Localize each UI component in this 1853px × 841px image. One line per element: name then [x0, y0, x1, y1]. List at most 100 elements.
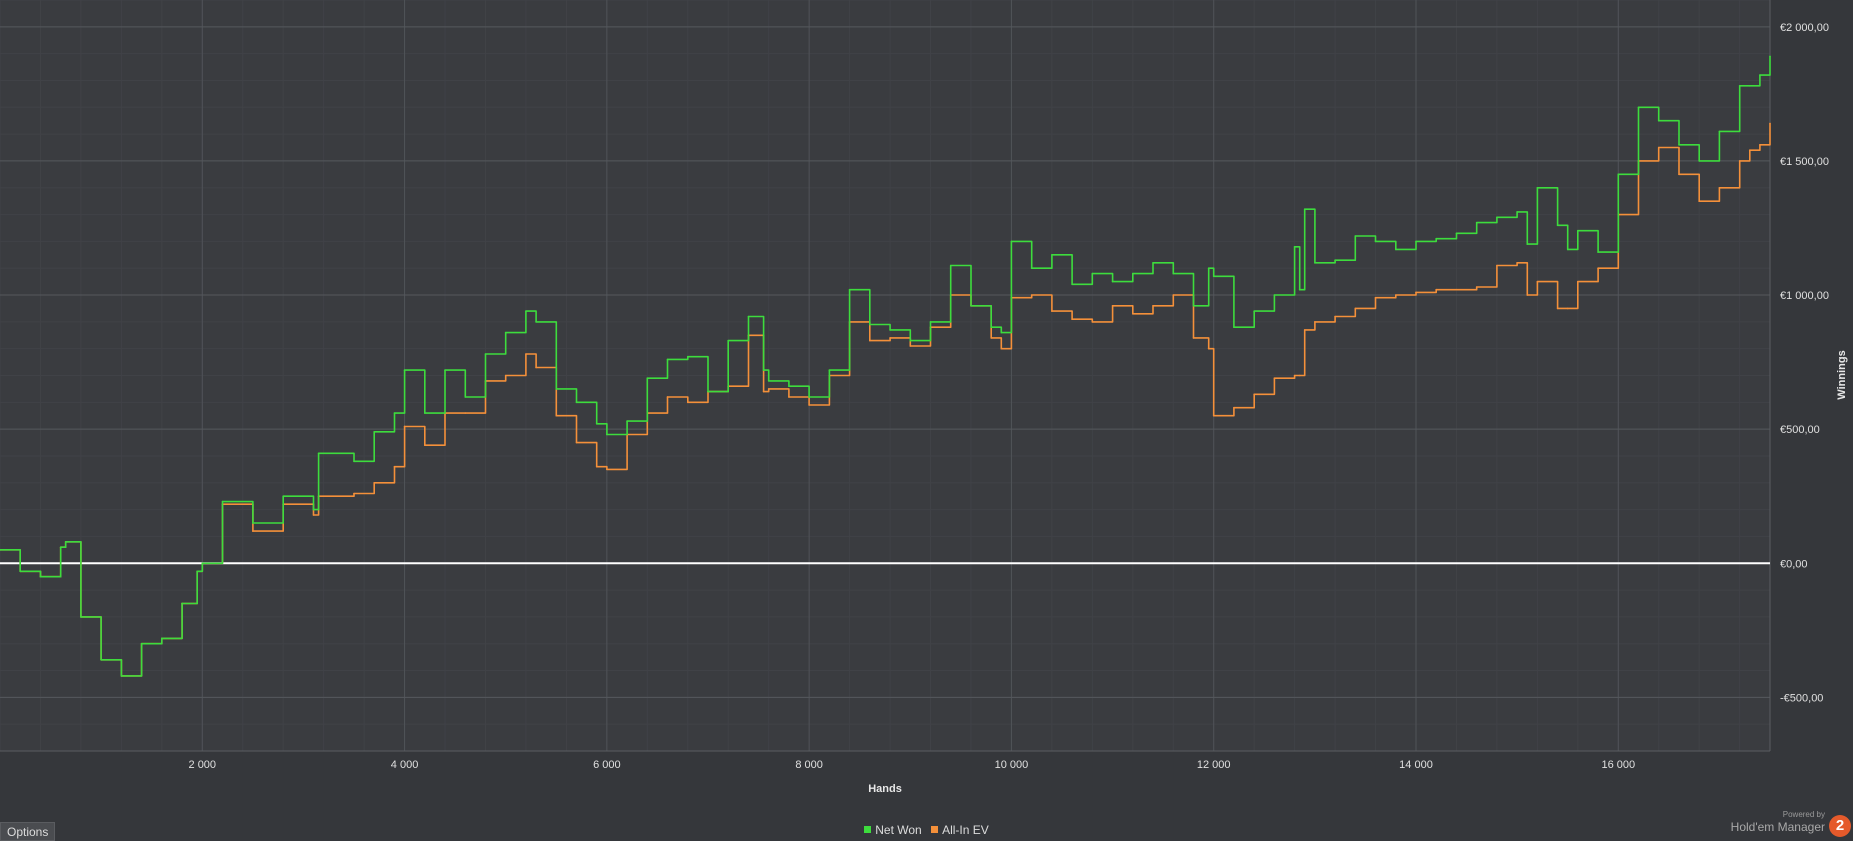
- data-point: [1556, 307, 1559, 310]
- data-point: [1000, 347, 1003, 350]
- data-point: [525, 310, 527, 312]
- data-point: [252, 522, 254, 524]
- data-point: [1769, 122, 1771, 125]
- data-point: [1000, 331, 1003, 334]
- y-tick-label: €1 000,00: [1780, 290, 1829, 302]
- data-point: [464, 396, 467, 398]
- data-point: [535, 366, 537, 369]
- data-point: [1132, 313, 1134, 315]
- data-point: [1233, 406, 1235, 409]
- data-point: [1207, 347, 1210, 350]
- data-point: [140, 642, 143, 645]
- data-point: [312, 508, 315, 511]
- data-point: [424, 412, 426, 414]
- data-point: [100, 659, 102, 661]
- data-point: [1698, 200, 1700, 202]
- data-point: [1314, 262, 1316, 264]
- data-point: [1698, 160, 1700, 162]
- data-point: [393, 412, 396, 414]
- data-point: [595, 422, 598, 425]
- data-point: [39, 575, 42, 578]
- data-point: [1273, 377, 1276, 379]
- data-point: [1435, 237, 1438, 240]
- data-point: [626, 420, 628, 422]
- x-tick-label: 4 000: [391, 759, 419, 771]
- legend-item-net-won[interactable]: Net Won: [864, 823, 922, 837]
- data-point: [1455, 288, 1458, 291]
- chart-app: €2 000,00 €1 500,00 €1 000,00 €500,00 €0,00 -…: [0, 0, 1853, 841]
- data-point: [762, 390, 765, 393]
- data-point: [575, 441, 578, 444]
- data-point: [1303, 329, 1306, 331]
- data-point: [929, 321, 932, 323]
- data-point: [393, 465, 396, 468]
- data-point: [1172, 272, 1175, 275]
- data-point: [666, 396, 669, 398]
- x-axis-label: Hands: [868, 783, 902, 795]
- data-point: [869, 339, 871, 342]
- data-point: [504, 331, 507, 334]
- data-point: [525, 353, 527, 355]
- data-point: [1374, 240, 1377, 243]
- data-point: [504, 374, 507, 377]
- data-point: [424, 444, 426, 447]
- data-point: [196, 570, 199, 573]
- data-point: [1435, 288, 1438, 291]
- data-point: [19, 570, 22, 573]
- y-tick-label: €1 500,00: [1780, 156, 1829, 168]
- data-point: [535, 321, 537, 323]
- data-point: [828, 369, 831, 371]
- data-point: [1577, 280, 1579, 283]
- hem-logo-icon: 2: [1829, 815, 1851, 837]
- data-point: [1212, 275, 1215, 278]
- data-point: [686, 355, 689, 358]
- data-point: [373, 431, 376, 433]
- data-point: [555, 388, 558, 390]
- x-tick-label: 16 000: [1601, 759, 1635, 771]
- data-point: [889, 337, 891, 339]
- data-point: [1071, 283, 1073, 286]
- data-point: [949, 264, 952, 267]
- data-point: [1192, 337, 1195, 339]
- data-point: [312, 514, 315, 516]
- data-point: [252, 530, 254, 532]
- x-tick-label: 12 000: [1197, 759, 1231, 771]
- data-point: [1253, 393, 1255, 396]
- data-point: [161, 637, 163, 640]
- data-point: [80, 616, 82, 618]
- legend-item-allin-ev[interactable]: All-In EV: [931, 823, 989, 837]
- data-point: [1298, 288, 1301, 291]
- data-point: [1617, 173, 1620, 176]
- data-point: [1172, 294, 1175, 296]
- data-point: [869, 323, 871, 326]
- data-point: [201, 562, 204, 565]
- data-point: [1556, 224, 1559, 227]
- data-point: [990, 337, 992, 339]
- y-tick-label: €0,00: [1780, 558, 1808, 570]
- data-point: [707, 390, 709, 393]
- data-point: [1415, 240, 1417, 243]
- data-point: [1233, 326, 1235, 329]
- data-point: [1526, 294, 1529, 296]
- data-point: [909, 345, 912, 347]
- data-point: [889, 329, 891, 331]
- data-point: [484, 353, 487, 355]
- winnings-chart: €2 000,00 €1 500,00 €1 000,00 €500,00 €0,00 -…: [0, 0, 1848, 795]
- data-point: [1577, 229, 1579, 232]
- data-point: [686, 401, 689, 404]
- data-point: [1152, 304, 1154, 307]
- chart-legend: Net Won All-In EV: [0, 822, 1853, 837]
- data-point: [1748, 149, 1751, 151]
- legend-swatch-allin-ev: [931, 826, 939, 833]
- data-point: [1394, 248, 1397, 251]
- data-point: [1030, 267, 1033, 270]
- data-point: [1566, 307, 1569, 310]
- data-point: [464, 412, 467, 414]
- data-point: [1415, 291, 1417, 294]
- data-point: [808, 404, 810, 406]
- data-point: [762, 369, 765, 371]
- data-point: [1298, 374, 1301, 377]
- data-point: [606, 433, 608, 436]
- data-point: [970, 304, 972, 307]
- data-point: [221, 500, 224, 503]
